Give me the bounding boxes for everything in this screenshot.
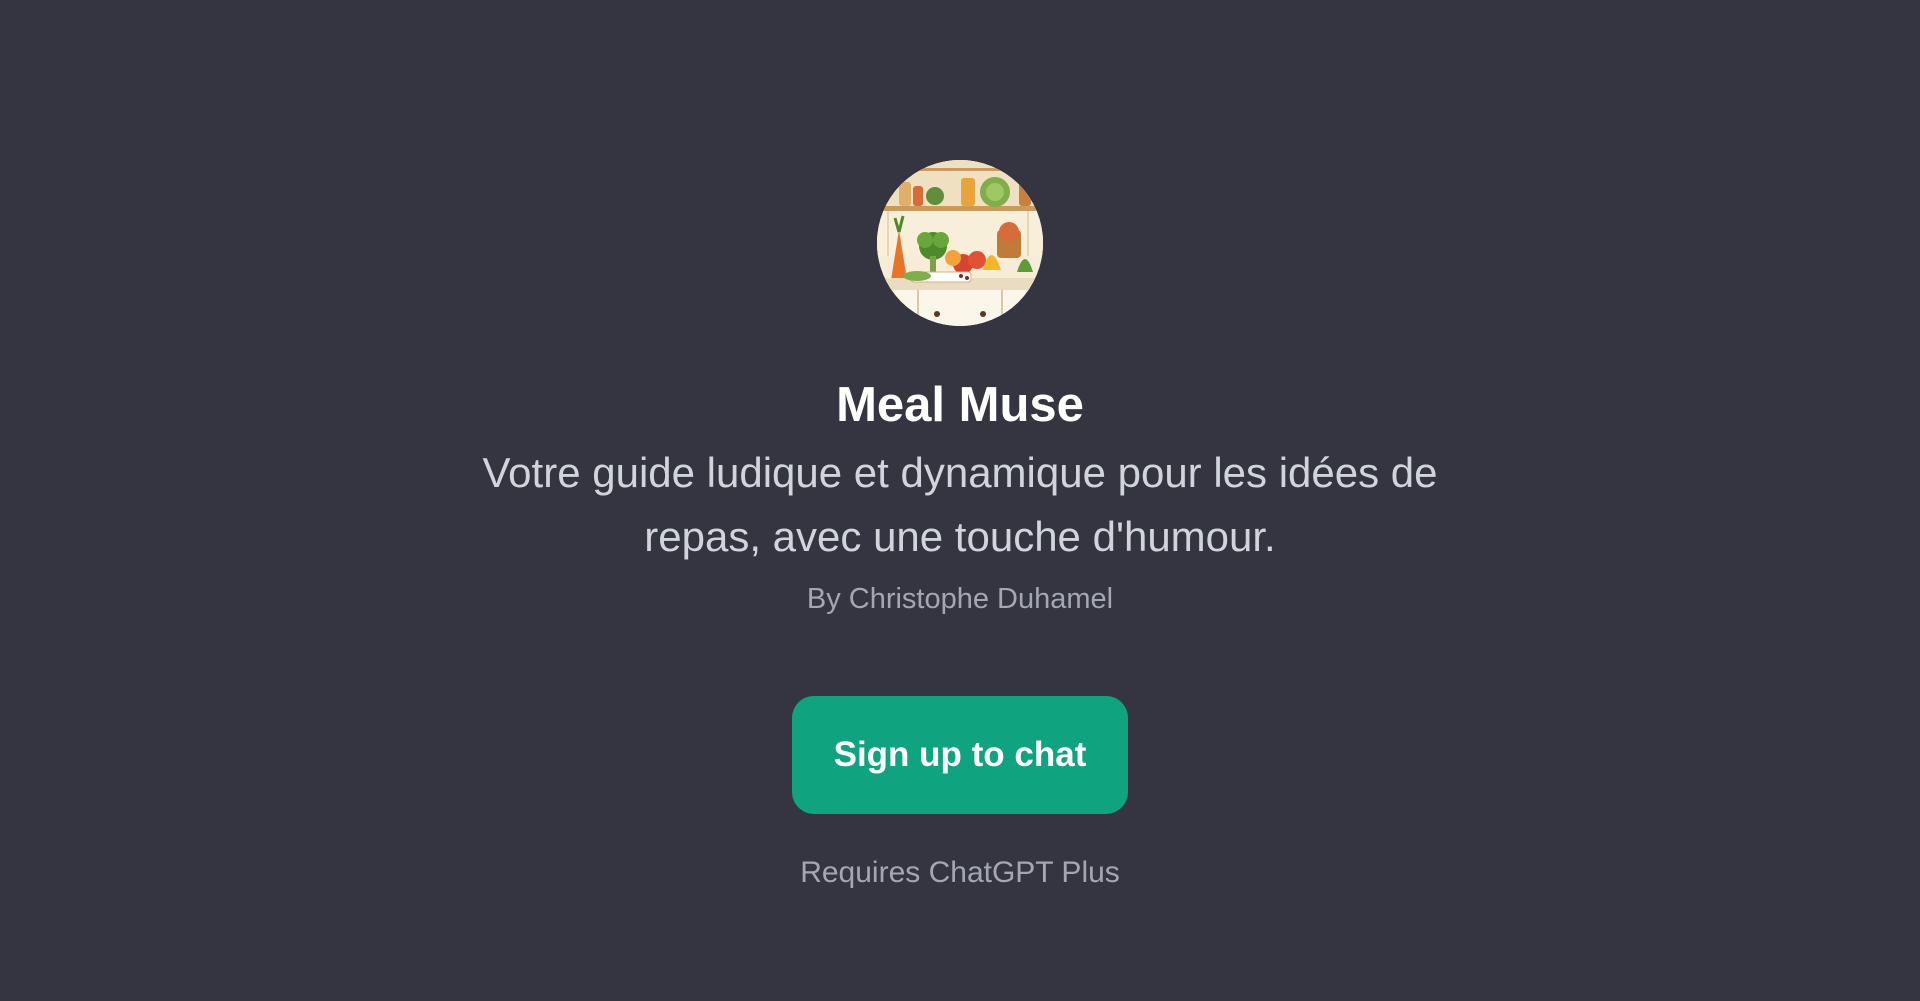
gpt-title: Meal Muse xyxy=(836,378,1084,432)
gpt-description: Votre guide ludique et dynamique pour le… xyxy=(482,448,1438,560)
gpt-landing-page: Meal Muse Votre guide ludique et dynamiq… xyxy=(0,0,1920,1001)
gpt-author: By Christophe Duhamel xyxy=(806,582,1114,615)
gpt-avatar-image xyxy=(877,160,1043,326)
plan-requirement-note: Requires ChatGPT Plus xyxy=(800,855,1120,889)
sign-up-to-chat-button[interactable]: Sign up to chat xyxy=(792,695,1128,814)
